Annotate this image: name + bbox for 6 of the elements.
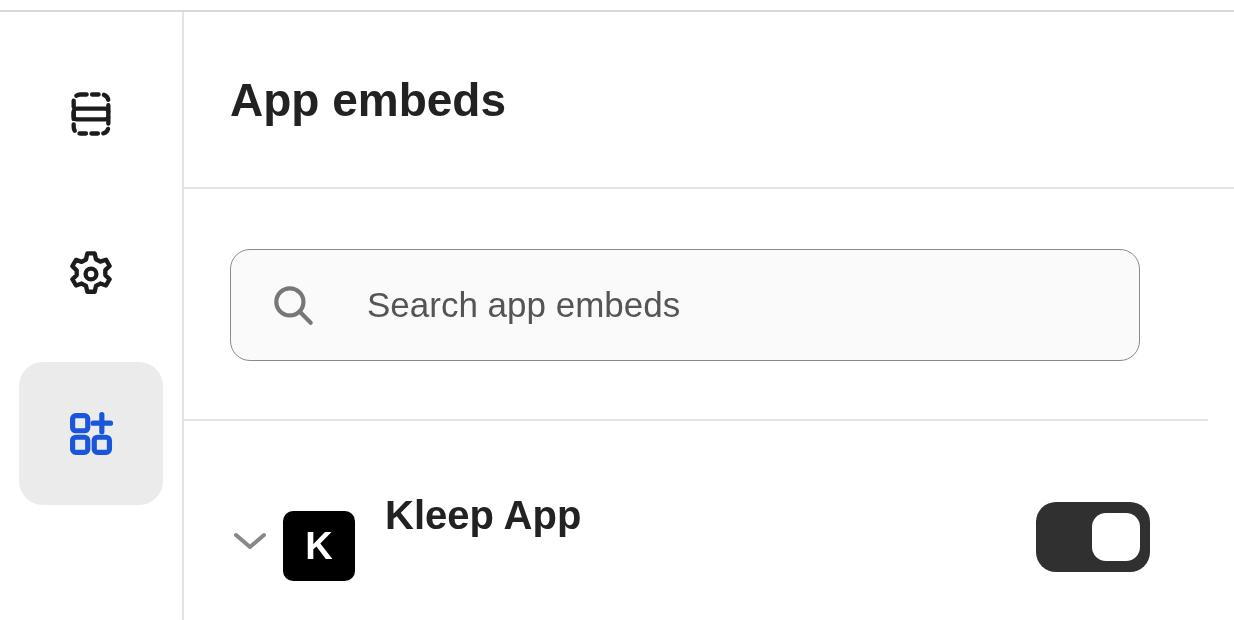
- app-logo: K: [283, 511, 355, 581]
- embed-toggle[interactable]: [1036, 502, 1150, 572]
- panel-title: App embeds: [230, 72, 507, 127]
- search-field[interactable]: Search app embeds: [230, 249, 1140, 361]
- embed-name: Kleep App: [385, 493, 583, 538]
- sidebar-item[interactable]: [19, 362, 163, 505]
